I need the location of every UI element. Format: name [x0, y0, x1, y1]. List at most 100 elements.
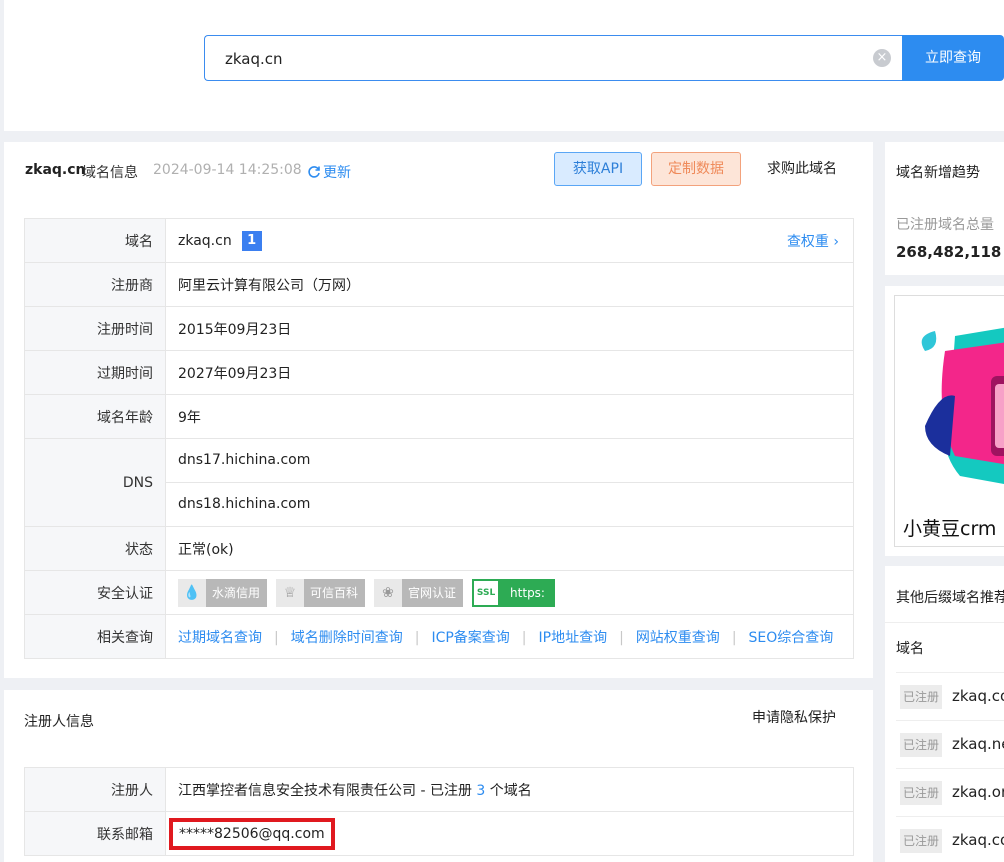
water-drop-icon: 💧	[178, 578, 206, 607]
registered-badge: 已注册	[900, 829, 942, 853]
registrant-panel: 注册人信息 申请隐私保护 注册人 江西掌控者信息安全技术有限责任公司 - 已注册…	[4, 690, 873, 862]
related-link[interactable]: IP地址查询	[539, 630, 608, 646]
suffix-domain: zkaq.org	[952, 783, 1004, 801]
registered-badge: 已注册	[900, 685, 942, 709]
related-link[interactable]: SEO综合查询	[749, 630, 834, 646]
trend-title: 域名新增趋势	[896, 165, 980, 181]
update-label: 更新	[323, 165, 351, 181]
cert-badge[interactable]: SSL https:	[472, 578, 555, 607]
dns-server: dns17.hichina.com	[178, 452, 311, 468]
header-domain: zkaq.cn	[25, 162, 86, 178]
row-key: 过期时间	[24, 350, 166, 395]
paw-icon: ❀	[374, 578, 403, 607]
row-key: DNS	[24, 438, 166, 527]
total-value: 268,482,118	[896, 243, 1002, 261]
ssl-shield-icon: SSL	[472, 578, 501, 607]
row-key: 相关查询	[24, 614, 166, 659]
row-key: 状态	[24, 526, 166, 571]
table-row: 联系邮箱 *****82506@qq.com	[24, 811, 854, 856]
total-label: 已注册域名总量	[896, 217, 994, 233]
registered-badge: 已注册	[900, 733, 942, 757]
suffix-title: 其他后缀域名推荐	[896, 590, 1004, 606]
cert-label: 可信百科	[310, 586, 359, 600]
ad-graphic	[921, 327, 1004, 484]
table-row: 域名年龄 9年	[24, 394, 854, 439]
divider: |	[274, 629, 279, 646]
list-item[interactable]: 已注册 zkaq.net	[896, 720, 1004, 761]
custom-data-button[interactable]: 定制数据	[651, 152, 741, 186]
registrant-table: 注册人 江西掌控者信息安全技术有限责任公司 - 已注册 3 个域名 联系邮箱 *…	[24, 767, 854, 856]
table-row: 过期时间 2027年09月23日	[24, 350, 854, 395]
row-value: *****82506@qq.com	[165, 811, 854, 856]
cert-badge[interactable]: ♕ 可信百科	[276, 578, 366, 607]
update-link[interactable]: 更新	[307, 162, 351, 182]
privacy-protection-button[interactable]: 申请隐私保护	[734, 700, 854, 736]
suffix-domain: zkaq.com	[952, 687, 1004, 705]
table-row: 状态 正常(ok)	[24, 526, 854, 571]
list-item[interactable]: 已注册 zkaq.com	[896, 816, 1004, 857]
row-key: 域名	[24, 218, 166, 263]
suffix-card: 其他后缀域名推荐 域名 已注册 zkaq.com 已注册 zkaq.net 已注…	[885, 566, 1004, 862]
related-link[interactable]: 网站权重查询	[636, 630, 720, 646]
ad-banner[interactable]: 小黄豆crm	[894, 295, 1004, 547]
row-key: 注册人	[24, 767, 166, 812]
check-weight-label: 查权重	[786, 234, 829, 250]
get-api-button[interactable]: 获取API	[554, 152, 642, 186]
search-panel: × 立即查询	[4, 0, 1004, 131]
row-key: 安全认证	[24, 570, 166, 615]
header-timestamp: 2024-09-14 14:25:08	[153, 162, 302, 178]
cert-badge[interactable]: ❀ 官网认证	[374, 578, 464, 607]
buy-domain-button[interactable]: 求购此域名	[750, 152, 854, 186]
domain-value: zkaq.cn	[178, 232, 232, 249]
award-icon: ♕	[276, 578, 305, 607]
related-link[interactable]: 域名删除时间查询	[291, 630, 403, 646]
cert-badge[interactable]: 💧 水滴信用	[178, 578, 268, 607]
info-header: zkaq.cn 域名信息 2024-09-14 14:25:08 更新 获取AP…	[4, 142, 873, 199]
divider: |	[414, 629, 420, 646]
table-row: DNS dns17.hichina.com dns18.hichina.com	[24, 438, 854, 527]
related-link[interactable]: ICP备案查询	[431, 630, 509, 646]
clear-icon[interactable]: ×	[873, 49, 891, 67]
search-button[interactable]: 立即查询	[902, 35, 1004, 81]
registered-badge: 已注册	[900, 781, 942, 805]
divider: |	[619, 629, 624, 646]
row-key: 注册商	[24, 262, 166, 307]
row-value: 2015年09月23日	[165, 306, 854, 351]
list-item[interactable]: 已注册 zkaq.org	[896, 768, 1004, 809]
registered-suffix: 个域名	[485, 782, 532, 799]
dns-value: dns17.hichina.com dns18.hichina.com	[165, 438, 854, 527]
domain-info-panel: zkaq.cn 域名信息 2024-09-14 14:25:08 更新 获取AP…	[4, 142, 873, 678]
cert-label: 水滴信用	[212, 586, 261, 600]
suffix-domain: zkaq.com	[952, 831, 1004, 849]
divider: |	[731, 629, 737, 646]
cert-label: 官网认证	[408, 586, 457, 600]
registrant-name: 江西掌控者信息安全技术有限责任公司 - 已注册	[178, 782, 477, 799]
email-value: *****82506@qq.com	[169, 817, 335, 850]
suffix-header: 域名	[896, 641, 924, 657]
check-weight-link[interactable]: 查权重 ›	[787, 231, 839, 251]
table-row: 域名 zkaq.cn 1 查权重 ›	[24, 218, 854, 263]
list-item[interactable]: 已注册 zkaq.com	[896, 672, 1004, 713]
row-key: 联系邮箱	[24, 811, 166, 856]
row-value: zkaq.cn 1 查权重 ›	[165, 218, 854, 263]
security-certs: 💧 水滴信用 ♕ 可信百科 ❀ 官网认证 SSL https:	[165, 570, 854, 615]
table-row: 注册人 江西掌控者信息安全技术有限责任公司 - 已注册 3 个域名	[24, 767, 854, 812]
trend-card: 域名新增趋势 已注册域名总量 268,482,118	[885, 142, 1004, 275]
divider: |	[521, 629, 527, 646]
row-value: 2027年09月23日	[165, 350, 854, 395]
dns-server: dns18.hichina.com	[166, 482, 853, 526]
ad-card: 小黄豆crm	[885, 286, 1004, 556]
ad-caption: 小黄豆crm	[903, 518, 997, 540]
registered-count-link[interactable]: 3	[476, 783, 485, 799]
related-links: 过期域名查询 | 域名删除时间查询 | ICP备案查询 | IP地址查询 | 网站权重查询 | SE…	[165, 614, 854, 659]
search-box[interactable]: ×	[204, 35, 904, 81]
row-key: 注册时间	[24, 306, 166, 351]
table-row: 相关查询 过期域名查询 | 域名删除时间查询 | ICP备案查询 | IP地址查询 | 网站权重…	[24, 614, 854, 659]
row-value: 正常(ok)	[165, 526, 854, 571]
table-row: 注册时间 2015年09月23日	[24, 306, 854, 351]
rank-badge: 1	[241, 230, 262, 251]
related-link[interactable]: 过期域名查询	[178, 630, 262, 646]
table-row: 注册商 阿里云计算有限公司（万网）	[24, 262, 854, 307]
search-input[interactable]	[225, 48, 845, 70]
chevron-right-icon: ›	[833, 234, 839, 250]
